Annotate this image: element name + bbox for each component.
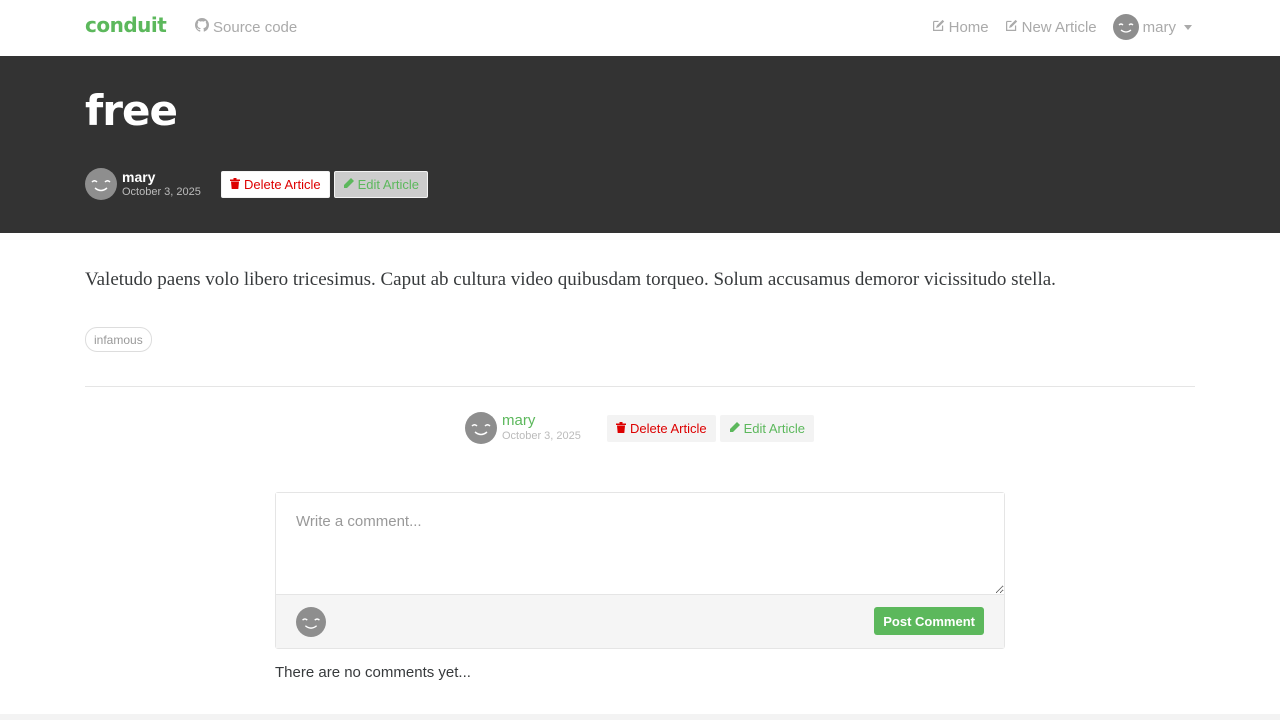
edit-icon	[932, 19, 945, 36]
pencil-icon	[729, 421, 740, 436]
pencil-icon	[343, 177, 354, 192]
delete-article-button[interactable]: Delete Article	[221, 170, 330, 198]
source-code-label: Source code	[213, 18, 298, 36]
article-meta-bottom: mary October 3, 2025 Delete Article Edit…	[465, 412, 815, 444]
edit-article-button[interactable]: Edit Article	[719, 414, 815, 442]
delete-article-label: Delete Article	[630, 420, 707, 436]
source-code-link[interactable]: Source code	[195, 18, 297, 36]
edit-article-button[interactable]: Edit Article	[333, 170, 429, 198]
nav-home[interactable]: Home	[932, 19, 989, 36]
article-body: Valetudo paens volo libero tricesimus. C…	[85, 269, 1056, 290]
delete-article-label: Delete Article	[244, 176, 321, 192]
article-meta-top: mary October 3, 2025 Delete Article Edit…	[85, 168, 429, 200]
author-avatar[interactable]	[85, 168, 117, 200]
nav-right: Home New Article mary	[932, 14, 1192, 40]
post-comment-button[interactable]: Post Comment	[874, 607, 984, 635]
author-name[interactable]: mary	[502, 413, 607, 429]
nav-home-label: Home	[948, 18, 989, 36]
tag-pill: infamous	[85, 327, 152, 352]
brand-logo[interactable]: conduit	[85, 13, 167, 37]
meta-info: mary October 3, 2025	[122, 169, 221, 199]
github-icon	[195, 18, 209, 36]
edit-article-label: Edit Article	[357, 176, 420, 192]
user-avatar	[1112, 14, 1139, 40]
nav-username: mary	[1142, 18, 1176, 36]
chevron-down-icon	[1184, 24, 1192, 30]
article-date: October 3, 2025	[122, 186, 201, 198]
author-name[interactable]: mary	[122, 169, 221, 185]
no-comments-text: There are no comments yet...	[275, 664, 471, 681]
edit-article-label: Edit Article	[743, 420, 806, 436]
meta-info: mary October 3, 2025	[502, 413, 607, 443]
author-avatar[interactable]	[465, 412, 497, 444]
nav-new-article-label: New Article	[1021, 18, 1097, 36]
trash-icon	[230, 177, 240, 192]
delete-article-button[interactable]: Delete Article	[607, 414, 716, 442]
trash-icon	[616, 421, 626, 436]
nav-new-article[interactable]: New Article	[1005, 19, 1097, 36]
commenter-avatar	[296, 607, 326, 637]
navbar: conduit Source code Home New Article mar…	[0, 0, 1280, 56]
divider	[85, 386, 1195, 387]
edit-icon	[1005, 19, 1018, 36]
comment-form: Post Comment	[275, 492, 1005, 649]
comment-footer: Post Comment	[276, 594, 1004, 648]
article-banner: free mary October 3, 2025 Delete Article…	[0, 56, 1280, 233]
footer	[0, 714, 1280, 720]
comment-input[interactable]	[276, 493, 1004, 594]
article-title: free	[85, 86, 178, 135]
article-date: October 3, 2025	[502, 430, 581, 442]
nav-user-menu[interactable]: mary	[1112, 14, 1192, 40]
